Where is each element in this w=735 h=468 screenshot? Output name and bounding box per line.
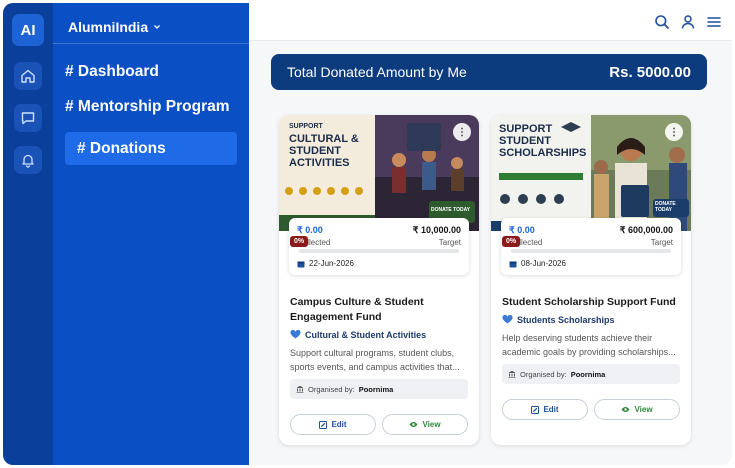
user-icon[interactable] (679, 13, 697, 31)
end-date: 22-Jun-2026 (297, 259, 354, 268)
main-content: Total Donated Amount by Me Rs. 5000.00 S… (249, 3, 732, 465)
sidebar-divider (53, 43, 249, 44)
banner-heading: SUPPORT STUDENT SCHOLARSHIPS (499, 123, 587, 159)
progress-bar (511, 249, 671, 253)
target-amount: ₹ 10,000.00 (412, 225, 461, 235)
category-label: Cultural & Student Activities (305, 330, 427, 340)
category-label: Students Scholarships (517, 315, 615, 325)
campaign-category: Cultural & Student Activities (290, 330, 426, 340)
edit-button[interactable]: Edit (502, 399, 588, 420)
donation-card[interactable]: SUPPORT CULTURAL & STUDENT ACTIVITIES DO… (279, 115, 479, 445)
sidebar-item-mentorship[interactable]: # Mentorship Program (65, 98, 230, 116)
total-donated-banner: Total Donated Amount by Me Rs. 5000.00 (271, 54, 707, 90)
org-switcher[interactable]: AlumniIndia (68, 19, 161, 35)
collected-amount: ₹ 0.00 (297, 225, 323, 235)
more-options-icon[interactable]: ⋮ (665, 123, 683, 141)
organiser-name: Poornima (358, 384, 394, 394)
end-date-text: 08-Jun-2026 (521, 259, 566, 268)
progress-percent-badge: 0% (502, 236, 521, 247)
eye-icon (621, 407, 630, 412)
funding-stats: ₹ 0.00 ₹ 600,000.00 Collected Target 0% … (501, 218, 681, 275)
organiser-info: Organised by: Poornima (290, 379, 468, 399)
end-date-text: 22-Jun-2026 (309, 259, 354, 268)
campaign-title[interactable]: Student Scholarship Support Fund (502, 295, 682, 310)
heart-hands-icon (502, 315, 513, 324)
campaign-banner-image: SUPPORT STUDENT SCHOLARSHIPS DONATE TODA… (491, 115, 691, 231)
home-icon[interactable] (14, 62, 42, 90)
organiser-name: Poornima (570, 369, 606, 379)
progress-bar (299, 249, 459, 253)
campaign-description: Support cultural programs, student clubs… (290, 348, 460, 372)
campaign-title[interactable]: Campus Culture & Student Engagement Fund (290, 295, 470, 325)
organised-by-label: Organised by: (308, 384, 355, 394)
chat-icon[interactable] (14, 104, 42, 132)
organiser-info: Organised by: Poornima (502, 364, 680, 384)
app-window: AI AlumniIndia # Dashboard # Mentorship … (3, 3, 732, 465)
chevron-down-icon (154, 25, 161, 29)
sidebar: AlumniIndia # Dashboard # Mentorship Pro… (53, 3, 249, 465)
campaign-banner-image: SUPPORT CULTURAL & STUDENT ACTIVITIES DO… (279, 115, 479, 231)
total-donated-amount: Rs. 5000.00 (609, 63, 691, 81)
target-amount: ₹ 600,000.00 (619, 225, 673, 235)
progress-percent-badge: 0% (290, 236, 309, 247)
institution-icon (508, 370, 516, 378)
banner-cta: DONATE TODAY (431, 207, 471, 213)
edit-icon (531, 405, 540, 414)
calendar-icon (509, 261, 517, 267)
edit-button[interactable]: Edit (290, 414, 376, 435)
banner-heading: SUPPORT CULTURAL & STUDENT ACTIVITIES (289, 123, 359, 169)
total-donated-label: Total Donated Amount by Me (287, 64, 467, 80)
target-label: Target (650, 238, 673, 247)
collected-amount: ₹ 0.00 (509, 225, 535, 235)
sidebar-item-donations[interactable]: # Donations (65, 132, 237, 165)
menu-icon[interactable] (705, 13, 723, 31)
view-button[interactable]: View (594, 399, 680, 420)
view-button[interactable]: View (382, 414, 468, 435)
edit-icon (319, 420, 328, 429)
top-bar (249, 3, 732, 41)
eye-icon (409, 422, 418, 427)
more-options-icon[interactable]: ⋮ (453, 123, 471, 141)
campaign-category: Students Scholarships (502, 315, 615, 325)
search-icon[interactable] (653, 13, 671, 31)
banner-cta: DONATE TODAY (655, 201, 676, 213)
icon-rail: AI (3, 3, 53, 465)
campaign-description: Help deserving students achieve their ac… (502, 333, 676, 357)
app-logo[interactable]: AI (12, 14, 44, 46)
heart-hands-icon (290, 330, 301, 339)
bell-icon[interactable] (14, 146, 42, 174)
institution-icon (296, 385, 304, 393)
end-date: 08-Jun-2026 (509, 259, 566, 268)
target-label: Target (438, 238, 461, 247)
calendar-icon (297, 261, 305, 267)
sidebar-item-dashboard[interactable]: # Dashboard (65, 63, 159, 81)
donation-card[interactable]: SUPPORT STUDENT SCHOLARSHIPS DONATE TODA… (491, 115, 691, 445)
org-name: AlumniIndia (68, 19, 149, 35)
funding-stats: ₹ 0.00 ₹ 10,000.00 Collected Target 0% 2… (289, 218, 469, 275)
organised-by-label: Organised by: (520, 369, 567, 379)
